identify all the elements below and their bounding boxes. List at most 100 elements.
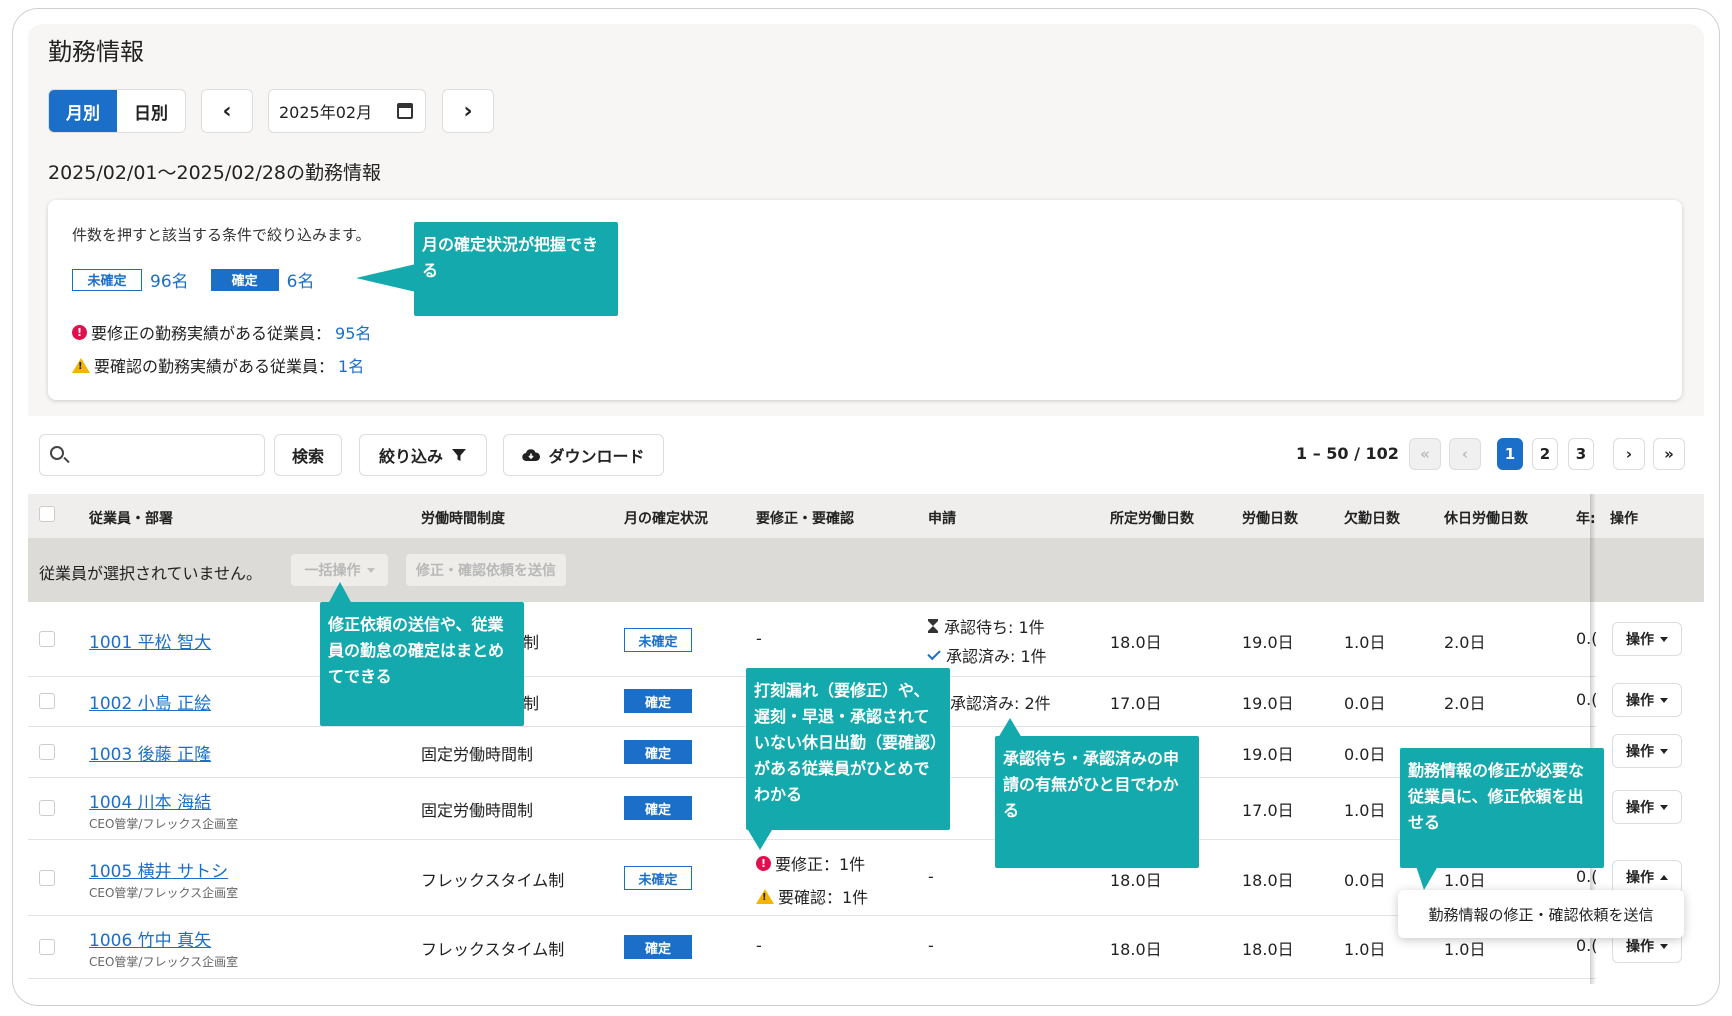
worked-days: 19.0日 xyxy=(1242,633,1294,652)
worked-days: 19.0日 xyxy=(1242,694,1294,713)
page-3-button[interactable]: 3 xyxy=(1568,438,1594,470)
chevron-down-icon xyxy=(366,567,375,573)
col-worked-days[interactable]: 労働日数 xyxy=(1242,508,1298,528)
calendar-icon[interactable] xyxy=(397,103,413,119)
bulk-send-request-button[interactable]: 修正・確認依頼を送信 xyxy=(406,554,566,586)
cloud-download-icon xyxy=(522,449,541,462)
filter-label: 絞り込み xyxy=(378,447,443,466)
employee-link[interactable]: 1006 竹中 真矢 xyxy=(89,926,211,951)
prev-page-button[interactable]: ‹ xyxy=(1449,438,1481,470)
callout-pointer xyxy=(356,264,416,292)
filter-icon xyxy=(452,449,466,461)
request-approved-text: 承認済み: 2件 xyxy=(950,694,1051,713)
operation-label: 操作 xyxy=(1626,800,1654,816)
employee-link[interactable]: 1002 小島 正絵 xyxy=(89,689,211,714)
worked-days: 18.0日 xyxy=(1242,871,1294,890)
chevron-down-icon xyxy=(1660,748,1668,754)
next-month-button[interactable]: › xyxy=(442,89,494,133)
col-requests[interactable]: 申請 xyxy=(928,508,956,528)
prev-month-button[interactable]: ‹ xyxy=(201,89,253,133)
send-request-menu-item[interactable]: 勤務情報の修正・確認依頼を送信 xyxy=(1398,890,1684,938)
row-operation-button[interactable]: 操作 xyxy=(1612,683,1682,717)
range-title: 2025/02/01〜2025/02/28の勤務情報 xyxy=(48,162,382,184)
absent-days: 1.0日 xyxy=(1344,633,1386,652)
row-checkbox[interactable] xyxy=(39,744,55,760)
row-operation-button[interactable]: 操作 xyxy=(1612,622,1682,656)
callout-bulk-operations: 修正依頼の送信や、従業員の勤怠の確定はまとめてできる xyxy=(320,602,524,726)
callout-issues: 打刻漏れ（要修正）や、遅刻・早退・承認されていない休日出勤（要確認）がある従業員… xyxy=(746,668,950,830)
work-system: 固定労働時間制 xyxy=(421,801,534,820)
issue-check: ! 要確認：1件 xyxy=(756,884,868,908)
row-operation-button[interactable]: 操作 xyxy=(1612,734,1682,768)
daily-tab[interactable]: 日別 xyxy=(117,90,185,132)
work-system: 制 xyxy=(523,633,540,652)
warning-icon: ! xyxy=(72,357,90,373)
col-work-system[interactable]: 労働時間制度 xyxy=(421,508,505,528)
search-input[interactable] xyxy=(39,434,265,476)
col-employee[interactable]: 従業員・部署 xyxy=(89,508,173,528)
status-badge: 未確定 xyxy=(624,866,692,890)
next-page-button[interactable]: › xyxy=(1613,438,1645,470)
operation-label: 操作 xyxy=(1626,744,1654,760)
selection-status: 従業員が選択されていません。 xyxy=(39,564,263,583)
issue-fix-text: 要修正：1件 xyxy=(775,855,866,874)
issue-check-text: 要確認：1件 xyxy=(778,888,869,907)
page-title: 勤務情報 xyxy=(48,38,144,66)
last-page-button[interactable]: » xyxy=(1653,438,1685,470)
first-page-button[interactable]: « xyxy=(1409,438,1441,470)
row-operation-button[interactable]: 操作 xyxy=(1612,790,1682,824)
bulk-action-bar xyxy=(28,538,1704,602)
employee-link[interactable]: 1003 後藤 正隆 xyxy=(89,740,211,765)
worked-days: 17.0日 xyxy=(1242,801,1294,820)
row-checkbox[interactable] xyxy=(39,631,55,647)
operation-label: 操作 xyxy=(1626,693,1654,709)
page-2-button[interactable]: 2 xyxy=(1532,438,1558,470)
work-system: 固定労働時間制 xyxy=(421,745,534,764)
download-button[interactable]: ダウンロード xyxy=(503,434,664,476)
monthly-tab[interactable]: 月別 xyxy=(49,90,117,132)
select-all-checkbox[interactable] xyxy=(39,506,55,522)
unconfirmed-count-link[interactable]: 96名 xyxy=(150,267,189,292)
confirmed-count-link[interactable]: 6名 xyxy=(287,267,315,292)
operation-label: 操作 xyxy=(1626,632,1654,648)
request-pending-text: 承認待ち: 1件 xyxy=(944,618,1045,637)
row-checkbox[interactable] xyxy=(39,800,55,816)
callout-monthly-status: 月の確定状況が把握できる xyxy=(414,222,618,316)
issues-value: - xyxy=(756,629,762,648)
employee-link[interactable]: 1001 平松 智大 xyxy=(89,628,211,653)
col-operation: 操作 xyxy=(1610,511,1638,527)
needs-fix-count-link[interactable]: 95名 xyxy=(335,320,371,344)
row-operation-button-open[interactable]: 操作 xyxy=(1612,860,1682,894)
col-month-status[interactable]: 月の確定状況 xyxy=(624,508,708,528)
callout-send-request: 勤務情報の修正が必要な従業員に、修正依頼を出せる xyxy=(1400,748,1604,868)
filter-button[interactable]: 絞り込み xyxy=(359,434,487,476)
row-checkbox[interactable] xyxy=(39,939,55,955)
warning-icon: ! xyxy=(756,888,774,904)
needs-fix-label: 要修正の勤務実績がある従業員： xyxy=(91,324,332,343)
col-absent-days[interactable]: 欠勤日数 xyxy=(1344,508,1400,528)
error-icon: ! xyxy=(72,324,87,340)
needs-check-count-link[interactable]: 1名 xyxy=(338,353,364,377)
confirmed-badge: 確定 xyxy=(210,268,279,291)
chevron-down-icon xyxy=(1660,804,1668,810)
page-1-button[interactable]: 1 xyxy=(1497,438,1523,470)
scheduled-days: 17.0日 xyxy=(1110,694,1162,713)
col-issues[interactable]: 要修正・要確認 xyxy=(756,508,854,528)
status-badge: 確定 xyxy=(624,689,692,713)
absent-days: 1.0日 xyxy=(1344,801,1386,820)
needs-fix-line: ! 要修正の勤務実績がある従業員： 95名 xyxy=(72,320,371,344)
work-system: フレックスタイム制 xyxy=(421,871,565,890)
col-scheduled-days[interactable]: 所定労働日数 xyxy=(1110,508,1194,528)
download-label: ダウンロード xyxy=(548,447,645,466)
month-input[interactable]: 2025年02月 xyxy=(268,89,426,133)
row-checkbox[interactable] xyxy=(39,870,55,886)
callout-pointer xyxy=(328,582,352,604)
absent-days: 0.0日 xyxy=(1344,871,1386,890)
col-holiday-days[interactable]: 休日労働日数 xyxy=(1444,508,1528,528)
row-checkbox[interactable] xyxy=(39,693,55,709)
employee-link[interactable]: 1005 横井 サトシ xyxy=(89,857,228,882)
employee-link[interactable]: 1004 川本 海結 xyxy=(89,788,211,813)
search-button[interactable]: 検索 xyxy=(274,434,342,476)
error-icon: ! xyxy=(756,855,771,871)
check-icon xyxy=(927,646,941,660)
